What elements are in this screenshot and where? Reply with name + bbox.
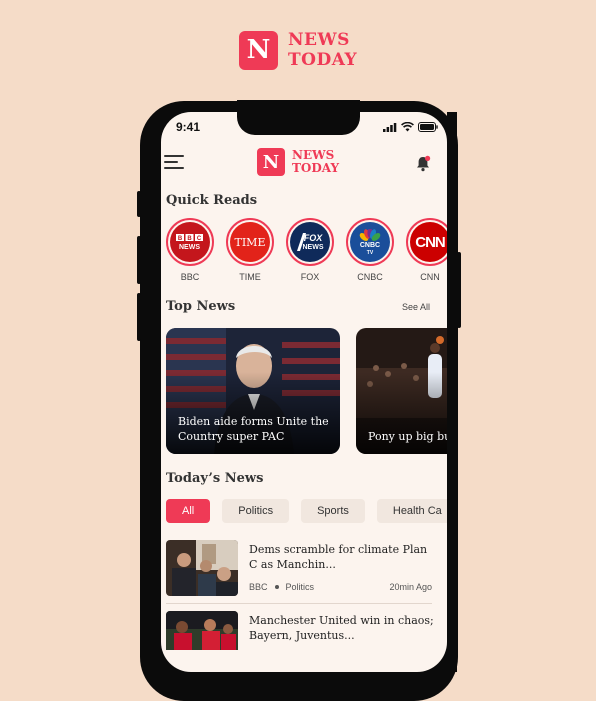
- header-logo: N NEWS TODAY: [257, 148, 339, 176]
- news-list-item[interactable]: Manchester United win in chaos; Bayern, …: [166, 611, 434, 650]
- source-ring: CNBC TV: [346, 218, 394, 266]
- top-news-card[interactable]: Biden aide forms Unite the Country super…: [166, 328, 340, 454]
- list-divider: [166, 603, 432, 604]
- see-all-link[interactable]: See All: [402, 302, 430, 312]
- status-time: 9:41: [176, 120, 201, 134]
- news-title: Dems scramble for climate Plan C as Manc…: [249, 543, 428, 571]
- news-time: 20min Ago: [389, 582, 432, 592]
- svg-text:B: B: [187, 236, 192, 242]
- source-ring: B B C NEWS: [166, 218, 214, 266]
- svg-text:TV: TV: [367, 250, 374, 255]
- app-logo: N NEWS TODAY: [239, 30, 357, 70]
- chip-sports[interactable]: Sports: [301, 499, 365, 523]
- news-category: Politics: [285, 582, 315, 592]
- news-title: Manchester United win in chaos; Bayern, …: [249, 614, 434, 642]
- header-brand-line-2: TODAY: [292, 161, 340, 175]
- svg-text:CNBC: CNBC: [360, 242, 380, 249]
- source-fox[interactable]: FOX NEWS FOX: [286, 218, 334, 282]
- mute-button: [137, 191, 141, 217]
- category-chips: All Politics Sports Health Ca: [166, 499, 447, 523]
- svg-text:NEWS: NEWS: [303, 244, 324, 251]
- source-time[interactable]: TIME TIME: [226, 218, 274, 282]
- news-list-viewport: Manchester United win in chaos; Bayern, …: [166, 611, 447, 650]
- brand-name: NEWS TODAY: [288, 30, 357, 70]
- top-news-card[interactable]: Pony up big bu the band. The: [356, 328, 447, 454]
- time-logo-icon: TIME: [230, 222, 270, 262]
- battery-icon: [418, 122, 438, 132]
- source-label: CNN: [420, 272, 440, 282]
- chip-health-care[interactable]: Health Ca: [376, 499, 447, 523]
- quick-reads-title: Quick Reads: [166, 193, 258, 208]
- card-headline: Pony up big bu the band. The: [368, 430, 447, 443]
- source-label: BBC: [180, 272, 200, 282]
- source-ring: TIME: [226, 218, 274, 266]
- quick-reads-list: B B C NEWS BBC TIME TIME FOX NEWS FOX CN…: [166, 218, 454, 282]
- volume-up-button: [137, 236, 141, 284]
- brand-line-2: TODAY: [288, 50, 358, 70]
- news-thumbnail-image: [166, 611, 238, 650]
- wifi-icon: [401, 122, 414, 132]
- source-label: CNBC: [357, 272, 383, 282]
- todays-news-title: Today’s News: [166, 471, 264, 486]
- svg-text:B: B: [178, 236, 183, 242]
- cnbc-logo-icon: CNBC TV: [350, 222, 390, 262]
- source-cnbc[interactable]: CNBC TV CNBC: [346, 218, 394, 282]
- chip-all[interactable]: All: [166, 499, 211, 523]
- source-label: FOX: [300, 272, 320, 282]
- fox-logo-icon: FOX NEWS: [290, 222, 330, 262]
- power-button: [457, 252, 461, 328]
- category-chips-viewport: All Politics Sports Health Ca: [161, 492, 447, 532]
- bbc-logo-icon: B B C NEWS: [170, 222, 210, 262]
- news-meta: BBC Politics: [249, 582, 314, 592]
- source-bbc[interactable]: B B C NEWS BBC: [166, 218, 214, 282]
- svg-text:C: C: [197, 236, 202, 242]
- screen-bezel-right: [447, 112, 457, 672]
- logo-icon: N: [239, 30, 278, 70]
- status-icons: [383, 122, 438, 132]
- news-list-item[interactable]: Dems scramble for climate Plan C as Manc…: [166, 540, 432, 598]
- header-logo-icon: N: [257, 148, 285, 176]
- cnn-logo-icon: CNN: [410, 222, 450, 262]
- volume-down-button: [137, 293, 141, 341]
- signal-icon: [383, 122, 397, 132]
- news-thumbnail: [166, 540, 238, 596]
- card-headline: Biden aide forms Unite the Country super…: [178, 415, 329, 443]
- bbc-news-logo: B B C NEWS: [176, 234, 203, 251]
- phone-notch: [237, 100, 360, 135]
- hamburger-menu-icon[interactable]: [164, 154, 186, 170]
- chip-politics[interactable]: Politics: [222, 499, 290, 523]
- top-news-title: Top News: [166, 299, 236, 314]
- notification-bell-icon[interactable]: [414, 155, 432, 173]
- cnbc-peacock-logo: CNBC TV: [359, 229, 381, 255]
- svg-text:FOX: FOX: [304, 233, 323, 243]
- source-ring: FOX NEWS: [286, 218, 334, 266]
- header-brand-name: NEWS TODAY: [292, 149, 339, 175]
- svg-text:NEWS: NEWS: [179, 244, 200, 251]
- news-source: BBC: [249, 582, 268, 592]
- source-label: TIME: [239, 272, 261, 282]
- fox-news-logo: FOX NEWS: [297, 233, 324, 251]
- news-thumbnail-image: [166, 540, 238, 596]
- separator-dot: [274, 585, 279, 589]
- brand-line-1: NEWS: [288, 30, 350, 50]
- news-thumbnail: [166, 611, 238, 650]
